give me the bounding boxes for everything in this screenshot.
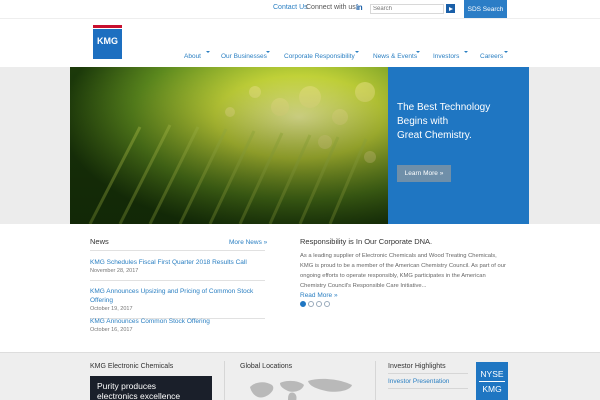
news-item: KMG Announces Common Stock Offering Octo… [90, 317, 265, 334]
ticker-symbol: KMG [482, 384, 502, 394]
search-button[interactable] [446, 4, 455, 13]
nav-item-our-businesses[interactable]: Our Businesses [221, 51, 270, 60]
news-date: November 28, 2017 [90, 268, 139, 274]
learn-more-button[interactable]: Learn More » [397, 165, 451, 182]
utility-bar: Contact Us Connect with us: in SDS Searc… [0, 0, 600, 18]
news-date: October 16, 2017 [90, 327, 133, 333]
investor-presentation-link[interactable]: Investor Presentation [388, 378, 449, 385]
divider [224, 361, 225, 400]
caret-down-icon [464, 51, 468, 53]
carousel-dot[interactable] [316, 301, 322, 307]
carousel-dot[interactable] [308, 301, 314, 307]
nav-item-careers[interactable]: Careers [480, 51, 508, 60]
investor-highlights-heading: Investor Highlights [388, 363, 446, 370]
caret-down-icon [504, 51, 508, 53]
promo-line: electronics excellence [97, 391, 181, 400]
caret-down-icon [355, 51, 359, 53]
caret-down-icon [206, 51, 210, 53]
hero-headline-line: Great Chemistry. [397, 130, 472, 141]
news-item: KMG Announces Upsizing and Pricing of Co… [90, 287, 265, 319]
nyse-ticker-badge[interactable]: NYSE KMG [476, 362, 508, 400]
caret-down-icon [266, 51, 270, 53]
world-map[interactable] [240, 375, 370, 400]
news-heading: News [90, 237, 109, 246]
hero-headline-line: Begins with [397, 116, 449, 127]
news-item: KMG Schedules Fiscal First Quarter 2018 … [90, 258, 265, 281]
promo-line: Purity produces [97, 381, 157, 391]
nav-item-news-events[interactable]: News & Events [373, 51, 420, 60]
more-news-link[interactable]: More News » [229, 239, 267, 246]
nav-item-label: About [184, 53, 201, 60]
global-locations-heading: Global Locations [240, 363, 293, 370]
nav-item-label: Investors [433, 53, 460, 60]
nav-item-label: Careers [480, 53, 504, 60]
hero-headline-line: The Best Technology [397, 102, 491, 113]
footer-band: KMG Electronic Chemicals Purity produces… [0, 352, 600, 400]
linkedin-icon[interactable]: in [356, 3, 363, 12]
ticker-exchange: NYSE [480, 369, 504, 379]
divider [388, 373, 468, 374]
circuit-board-image [70, 67, 388, 224]
divider [90, 280, 265, 281]
hero-headline: The Best Technology Begins with Great Ch… [397, 101, 527, 143]
nav-item-label: Our Businesses [221, 53, 267, 60]
nav-item-investors[interactable]: Investors [433, 51, 468, 60]
nav-item-corporate-responsibility[interactable]: Corporate Responsibility [284, 51, 359, 60]
news-date: October 19, 2017 [90, 306, 133, 312]
site-header: KMG About Our Businesses Corporate Respo… [0, 18, 600, 67]
responsibility-body: As a leading supplier of Electronic Chem… [300, 253, 506, 289]
carousel-dot[interactable] [324, 301, 330, 307]
connect-label: Connect with us: [306, 4, 358, 11]
main-nav: About Our Businesses Corporate Responsib… [0, 50, 600, 62]
nav-item-label: News & Events [373, 53, 418, 60]
logo-text: KMG [97, 36, 118, 46]
carousel-dot[interactable] [300, 301, 306, 307]
sds-search-button[interactable]: SDS Search [464, 0, 507, 18]
nav-item-about[interactable]: About [184, 51, 210, 60]
caret-down-icon [416, 51, 420, 53]
electronic-chemicals-heading: KMG Electronic Chemicals [90, 363, 174, 370]
arrow-right-icon [448, 6, 453, 11]
news-headline-link[interactable]: KMG Announces Upsizing and Pricing of Co… [90, 287, 265, 305]
divider [388, 388, 468, 389]
news-headline-link[interactable]: KMG Announces Common Stock Offering [90, 317, 265, 326]
hero-banner: The Best Technology Begins with Great Ch… [0, 67, 600, 224]
contact-us-link[interactable]: Contact Us [273, 4, 308, 11]
nav-item-label: Corporate Responsibility [284, 53, 355, 60]
electronic-chemicals-promo[interactable]: Purity produces electronics excellence [90, 376, 212, 400]
search-input[interactable] [370, 4, 444, 14]
divider [90, 250, 265, 251]
news-headline-link[interactable]: KMG Schedules Fiscal First Quarter 2018 … [90, 258, 265, 267]
read-more-link[interactable]: Read More » [300, 292, 338, 299]
circuit-board-illustration [70, 67, 388, 224]
logo-stripe [93, 25, 122, 29]
divider [479, 381, 505, 382]
responsibility-heading: Responsibility is In Our Corporate DNA. [300, 237, 433, 246]
hero-message-panel: The Best Technology Begins with Great Ch… [388, 67, 529, 224]
divider [375, 361, 376, 400]
